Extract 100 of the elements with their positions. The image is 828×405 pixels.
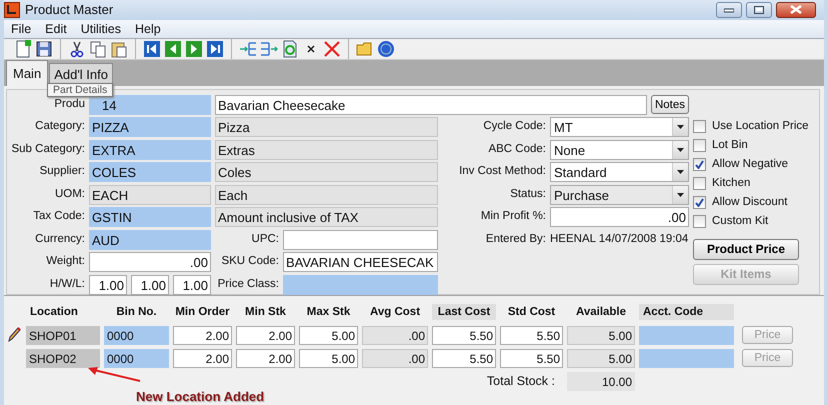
description-field[interactable]: Bavarian Cheesecake [215,94,647,114]
checkbox-label: Lot Bin [712,138,748,153]
checkbox-label: Kitchen [712,176,750,191]
location-cell: SHOP02 [26,348,100,368]
field-label: UOM: [54,186,85,202]
column-header: Location [29,305,79,320]
checkbox[interactable] [693,214,706,228]
last-record-icon[interactable] [206,40,224,58]
dropdown-field[interactable]: None [550,140,689,160]
menu-item[interactable]: File [4,20,38,38]
total-label: Total Stock : [486,372,556,390]
column-header: Bin No. [115,305,158,320]
number-field[interactable]: 5.50 [432,326,496,345]
arrow [86,364,142,384]
code-field[interactable]: EXTRA [89,140,211,160]
new-document-icon[interactable] [14,40,32,58]
dimension-field[interactable]: 1.00 [131,274,169,294]
number-field[interactable]: .00 [550,207,689,227]
menu-item[interactable]: Edit [38,20,74,38]
tab[interactable]: Main [6,60,48,86]
checkbox[interactable] [693,158,706,171]
number-cell: 5.00 [567,326,635,345]
insert-row-icon[interactable] [239,40,257,58]
column-header: Available [574,305,628,320]
column-header: Std Cost [506,305,556,320]
field-label: H/W/L: [48,276,85,292]
bin-field[interactable]: 0000 [104,348,169,368]
first-record-icon[interactable] [143,40,161,58]
number-field[interactable]: 5.00 [299,326,358,345]
number-field[interactable]: 2.00 [236,326,295,345]
append-row-icon[interactable] [260,40,278,58]
action-button[interactable]: Product Price [693,238,799,260]
field-label: Entered By: [484,232,546,247]
refresh-document-icon[interactable] [281,40,299,58]
checkbox[interactable] [693,138,706,152]
account-code-field[interactable] [639,326,734,345]
lookup-field[interactable] [283,274,438,294]
total-value: 10.00 [567,372,635,391]
description-field: Pizza [215,117,438,137]
paste-icon[interactable] [110,40,128,58]
number-field[interactable]: 5.50 [500,348,563,368]
number-field[interactable]: 2.00 [236,348,295,368]
column-header: Acct. Code [639,304,734,320]
dropdown-field[interactable]: MT [550,117,689,137]
field-label: UPC: [250,232,279,247]
checkbox[interactable] [693,120,706,133]
number-field[interactable]: 5.50 [500,326,563,345]
account-code-field[interactable] [639,348,734,368]
next-record-icon[interactable] [185,40,203,58]
field-label: Supplier: [38,164,85,180]
code-field[interactable]: COLES [89,162,211,182]
field-label: SKU Code: [220,254,279,270]
dimension-field[interactable]: 1.00 [89,274,127,294]
number-field[interactable]: 2.00 [173,326,232,345]
checkbox-label: Custom Kit [712,214,768,229]
dropdown-arrow-icon [677,125,684,129]
code-field[interactable]: AUD [89,230,211,250]
notes-button[interactable]: Notes [650,95,689,114]
check-icon [695,160,704,169]
cut-icon[interactable] [68,40,86,58]
dropdown-arrow-icon [677,148,684,152]
column-header: Min Stk [244,305,287,320]
folder-icon[interactable] [356,40,374,58]
code-field: EACH [89,184,211,204]
text-field[interactable]: BAVARIAN CHEESECAK [283,252,438,272]
code-field[interactable]: 14 [89,94,211,114]
description-field: Amount inclusive of TAX [215,207,438,227]
dropdown-field[interactable]: Standard [550,162,689,182]
menu-item[interactable]: Help [128,20,168,38]
menu-item[interactable]: Utilities [74,20,128,38]
dropdown-arrow-icon [677,170,684,174]
field-label: Produ [53,96,85,112]
minimize-button[interactable] [716,2,742,18]
text-field[interactable] [283,230,438,250]
column-header: Min Order [174,305,231,320]
column-header: Max Stk [306,305,352,320]
tooltip: Part Details [47,83,114,97]
checkbox-label: Allow Discount [712,194,788,210]
maximize-button[interactable] [746,2,772,18]
close-button[interactable] [776,2,816,18]
checkbox[interactable] [693,196,706,209]
number-field[interactable]: 2.00 [173,348,232,368]
dimension-field[interactable]: 1.00 [173,274,211,294]
code-field[interactable]: PIZZA [89,117,211,137]
field-label: ABC Code: [487,142,546,157]
copy-icon[interactable] [89,40,107,58]
checkbox[interactable] [693,176,706,190]
bin-field[interactable]: 0000 [104,326,169,345]
weight-field[interactable]: .00 [89,252,211,272]
previous-record-icon[interactable] [164,40,182,58]
delete-icon[interactable] [323,40,341,58]
number-field[interactable]: 5.00 [299,348,358,368]
number-field[interactable]: 5.50 [432,348,496,368]
code-field[interactable]: GSTIN [89,207,211,227]
field-label: Inv Cost Method: [458,164,546,180]
save-icon[interactable] [35,40,53,58]
description-field: Coles [215,162,438,182]
field-label: Category: [34,119,85,134]
minimize-icon [724,6,734,13]
location-cell: SHOP01 [26,326,100,345]
